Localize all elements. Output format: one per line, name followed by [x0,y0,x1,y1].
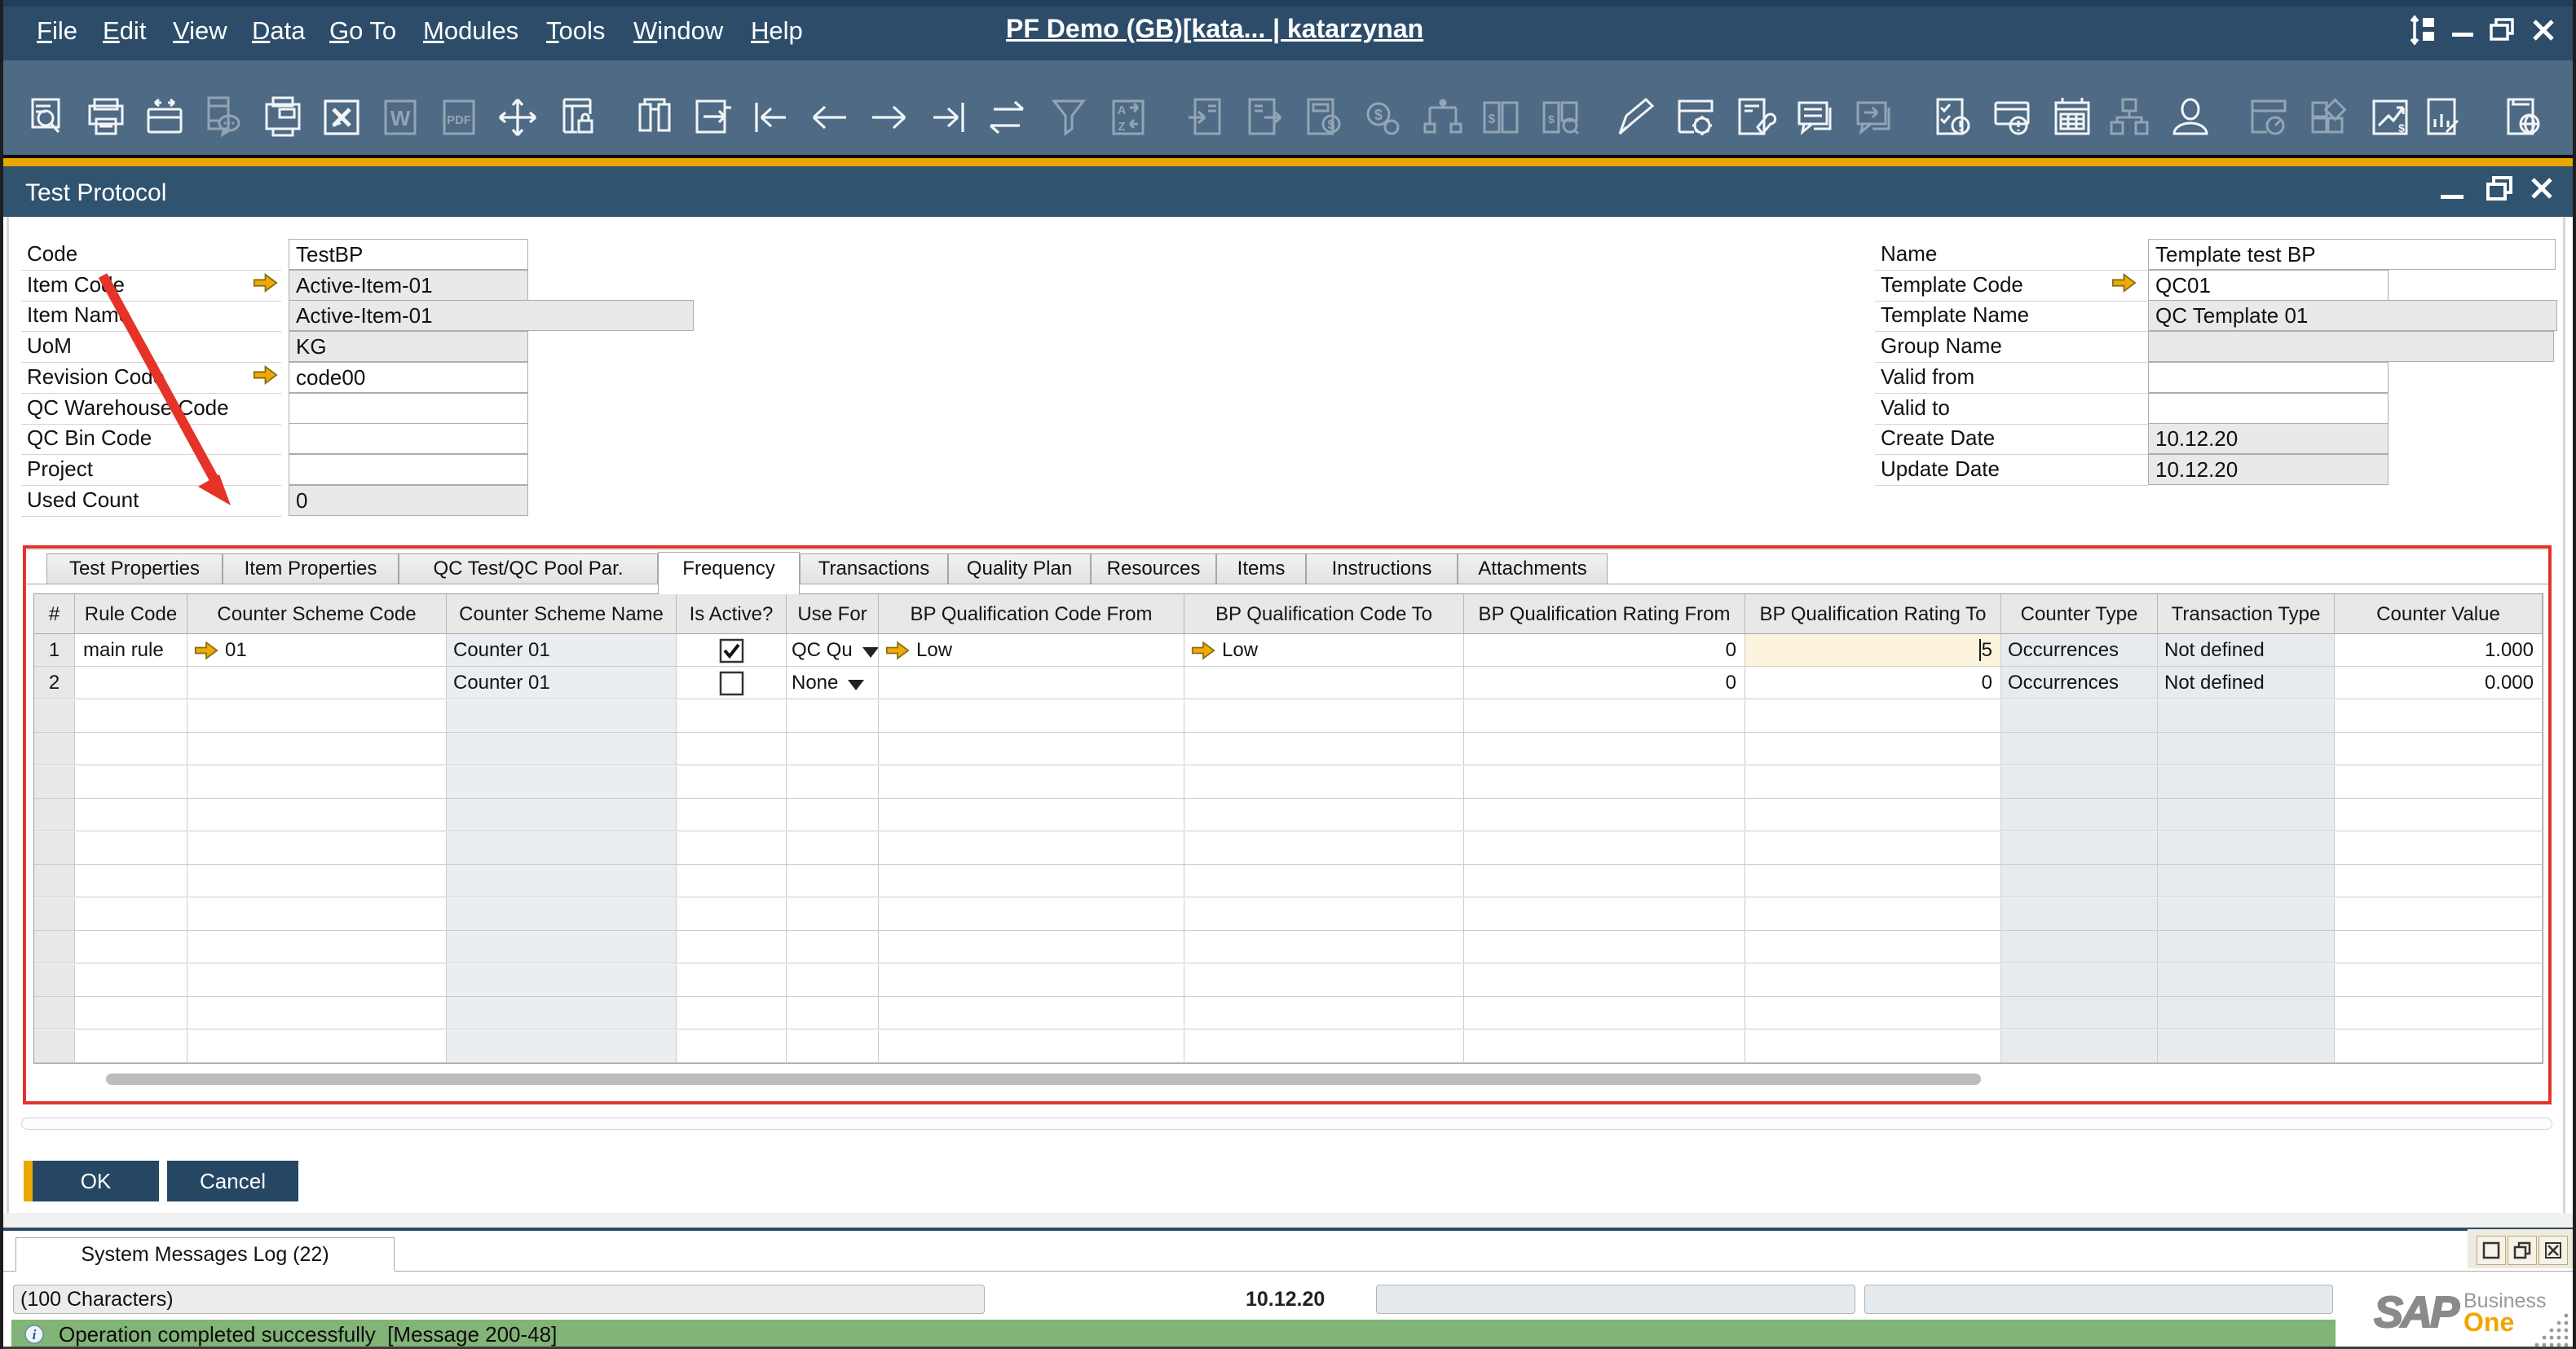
svg-text:$: $ [1374,107,1383,123]
svg-text:$: $ [1489,112,1496,126]
svg-text:$: $ [1548,112,1555,126]
svg-text:A: A [1118,104,1127,117]
svg-text:SAP: SAP [2374,1288,2460,1337]
svg-text:PDF: PDF [447,113,471,127]
svg-text:Z: Z [1118,120,1125,134]
svg-text:i: i [33,1327,37,1342]
svg-text:$: $ [1328,118,1335,132]
svg-text:$: $ [2398,121,2405,134]
svg-text:W: W [390,106,411,130]
